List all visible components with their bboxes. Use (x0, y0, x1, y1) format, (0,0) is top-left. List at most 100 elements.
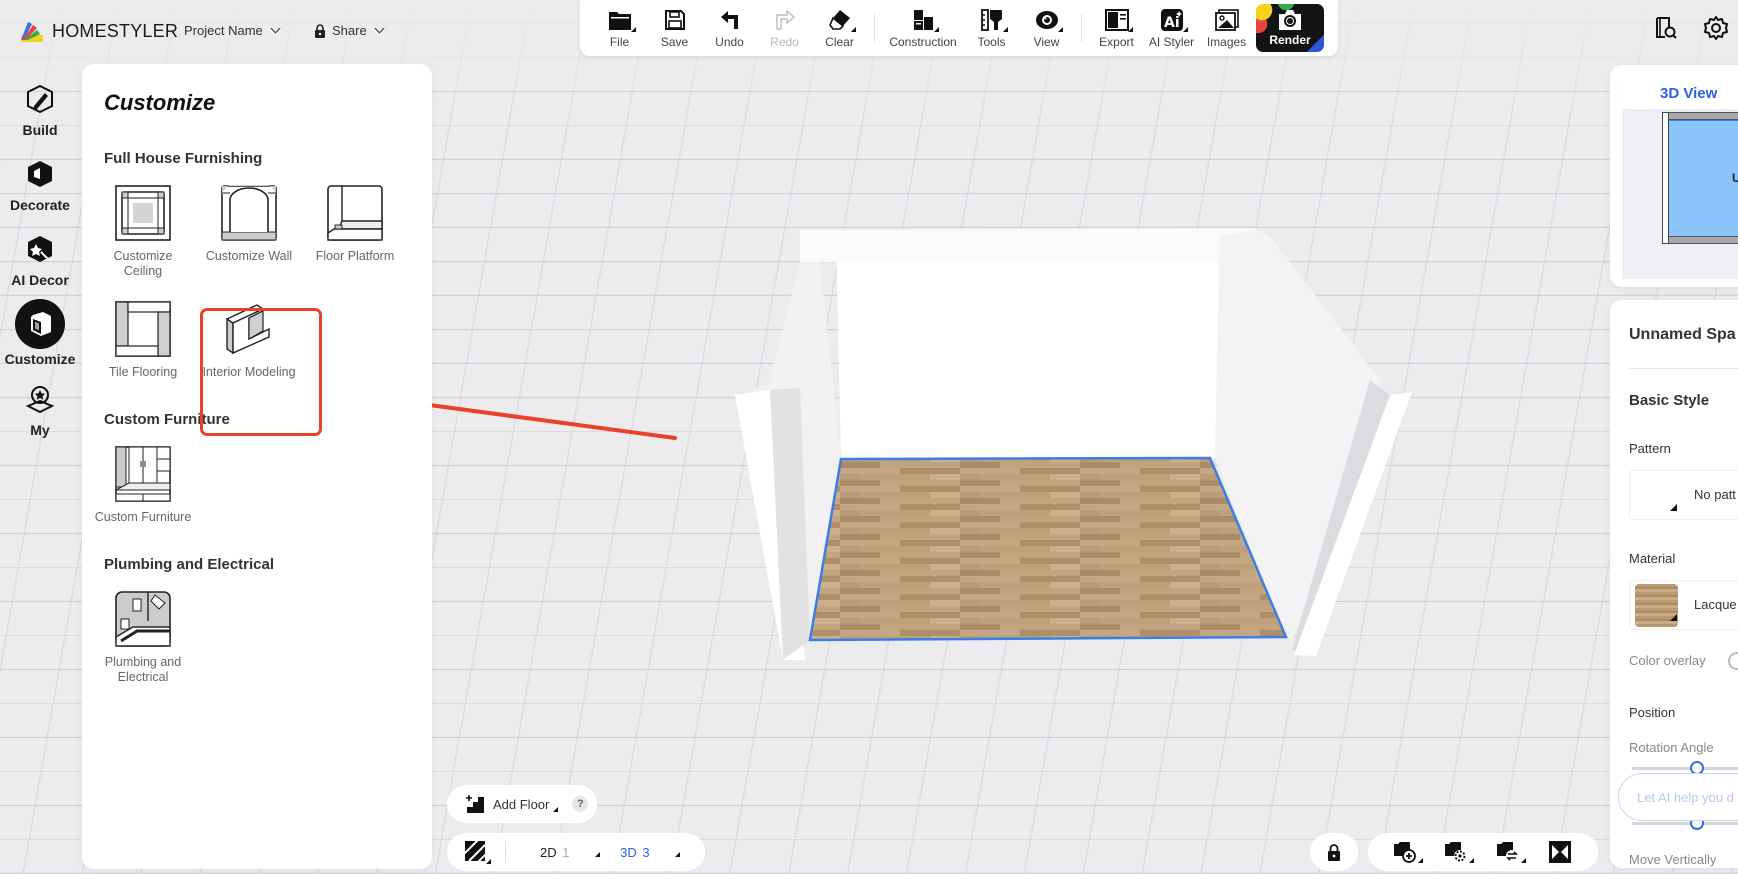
rotation-slider[interactable] (1632, 761, 1738, 775)
project-name-menu[interactable]: Project Name (184, 23, 281, 38)
tile-flooring-icon (115, 301, 171, 357)
basic-style-heading: Basic Style (1629, 392, 1710, 409)
pattern-selector[interactable]: No patt (1629, 470, 1738, 520)
ai-magic-wand-icon (28, 235, 52, 262)
share-label: Share (332, 23, 367, 38)
render-button[interactable]: Render (1256, 4, 1324, 52)
rail-item-ai-decor[interactable]: AI Decor (0, 220, 80, 295)
add-floor-stairs-icon (466, 795, 484, 813)
back-wall (800, 230, 1256, 459)
collapse-arrows-icon (1549, 841, 1572, 863)
tile-tile-flooring[interactable]: Tile Flooring (90, 297, 196, 413)
dropdown-corner-icon (1670, 614, 1677, 621)
dropdown-corner-icon (553, 806, 559, 812)
custom-furniture-grid: Custom Furniture (90, 442, 410, 558)
section-title-plumbing: Plumbing and Electrical (104, 556, 275, 573)
save-button[interactable]: Save (647, 2, 702, 54)
rail-item-customize[interactable]: Customize (0, 295, 80, 370)
wall-arch-icon (221, 185, 277, 241)
minimap[interactable]: Un (1622, 109, 1738, 279)
floorplan-style-button[interactable] (462, 837, 491, 866)
view-3d-button[interactable]: 3D 3 (620, 845, 681, 860)
view-button[interactable]: View (1019, 2, 1074, 54)
toolbar-divider (1081, 14, 1082, 42)
panel-title: Customize (104, 90, 216, 115)
clear-button[interactable]: Clear (812, 2, 867, 54)
lock-view-button[interactable] (1310, 833, 1358, 871)
tile-customize-wall[interactable]: Customize Wall (196, 181, 302, 297)
toolbar-divider (874, 14, 875, 42)
minimap-room[interactable] (1667, 119, 1738, 243)
minimap-wall (1662, 112, 1669, 244)
camera-settings-button[interactable] (1443, 840, 1475, 864)
tile-customize-ceiling[interactable]: Customize Ceiling (90, 181, 196, 297)
add-camera-button[interactable] (1392, 840, 1423, 864)
share-menu[interactable]: Share (314, 23, 385, 38)
view-switcher: 2D 1 3D 3 (447, 833, 705, 871)
rail-item-decorate[interactable]: Decorate (0, 145, 80, 220)
material-label: Material (1629, 551, 1676, 566)
view-card: 3D View Un (1610, 65, 1738, 287)
hatch-pattern-icon (462, 837, 490, 866)
vertical-slider[interactable] (1632, 816, 1738, 830)
camera-controls (1368, 833, 1598, 871)
pattern-label: Pattern (1629, 441, 1671, 456)
material-value: Lacque (1694, 597, 1737, 612)
floppy-disk-icon (664, 10, 685, 30)
file-button[interactable]: File (592, 2, 647, 54)
homestyler-logo-icon (21, 22, 43, 42)
minimap-wall (1667, 112, 1738, 120)
wardrobe-icon (115, 446, 171, 502)
export-button[interactable]: Export (1089, 2, 1144, 54)
gear-icon (1704, 16, 1728, 40)
floor-selected (808, 456, 1288, 642)
fit-view-button[interactable] (1546, 840, 1574, 864)
eraser-icon (828, 10, 850, 30)
catalog-search-icon (1656, 17, 1677, 39)
construction-button[interactable]: Construction (882, 2, 964, 54)
images-button[interactable]: Images (1199, 2, 1254, 54)
tab-3d-view[interactable]: 3D View (1622, 77, 1738, 109)
search-catalog-button[interactable] (1652, 14, 1680, 42)
build-pencil-icon (27, 84, 53, 113)
space-name: Unnamed Spa (1629, 326, 1736, 343)
color-overlay-toggle[interactable] (1728, 652, 1738, 670)
chevron-down-icon (374, 23, 385, 34)
main-toolbar: File Save Undo Redo Clear Construction T… (580, 0, 1338, 56)
undo-button[interactable]: Undo (702, 2, 757, 54)
divider (505, 841, 506, 863)
plumbing-electrical-icon (115, 591, 171, 647)
tile-plumbing-electrical[interactable]: Plumbing and Electrical (90, 587, 196, 703)
view-2d-button[interactable]: 2D 1 (540, 845, 601, 860)
rail-item-my[interactable]: My (0, 370, 80, 445)
interior-modeling-icon (225, 304, 270, 355)
add-floor-button[interactable]: Add Floor ? (447, 785, 597, 823)
redo-button[interactable]: Redo (757, 2, 812, 54)
help-button[interactable]: ? (572, 796, 589, 812)
tools-button[interactable]: Tools (964, 2, 1019, 54)
ai-assistant-input[interactable]: Let AI help you d (1618, 773, 1738, 821)
chevron-down-icon (270, 23, 281, 34)
settings-button[interactable] (1702, 14, 1730, 42)
brand-logo[interactable]: HOMESTYLER (18, 18, 178, 44)
minimap-wall (1667, 236, 1738, 244)
cabinet-icon (31, 311, 51, 336)
section-title-custom-furniture: Custom Furniture (104, 411, 230, 428)
right-wall-front (1294, 392, 1412, 656)
dropdown-corner-icon (1670, 504, 1677, 511)
tile-custom-furniture[interactable]: Custom Furniture (90, 442, 196, 558)
tile-floor-platform[interactable]: Floor Platform (302, 181, 408, 297)
camera-switch-button[interactable] (1495, 840, 1526, 864)
svg-text:Ai: Ai (1164, 15, 1180, 31)
ai-styler-button[interactable]: Ai AI Styler (1144, 2, 1199, 54)
lock-icon (1328, 843, 1340, 861)
eye-icon (1035, 11, 1058, 29)
camera-gear-icon (1445, 842, 1467, 862)
section-title-full-house: Full House Furnishing (104, 150, 263, 167)
position-label: Position (1629, 705, 1676, 720)
material-selector[interactable]: Lacque (1629, 580, 1738, 630)
tile-interior-modeling[interactable]: Interior Modeling (196, 297, 302, 413)
left-wall-side (770, 388, 810, 660)
rail-item-build[interactable]: Build (0, 70, 80, 145)
floor-platform-icon (327, 185, 383, 241)
